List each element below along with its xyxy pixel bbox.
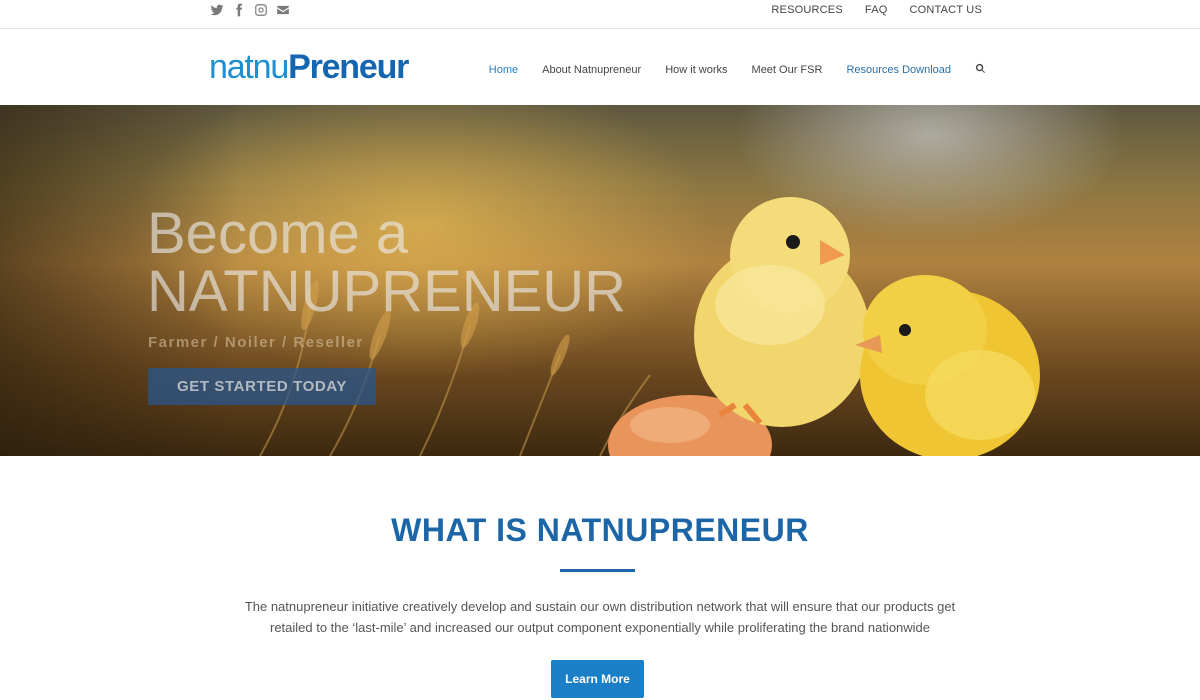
twitter-icon[interactable] <box>210 3 224 17</box>
section-title: WHAT IS NATNUPRENEUR <box>391 512 809 548</box>
top-links: RESOURCES FAQ CONTACT US <box>771 4 982 16</box>
hero-subtitle: Farmer / Noiler / Reseller <box>148 334 364 351</box>
hero-title-line1: Become a <box>147 201 409 266</box>
nav-about[interactable]: About Natnupreneur <box>542 64 641 76</box>
description-line2: retailed to the ‘last-mile’ and increase… <box>269 620 931 635</box>
learn-more-button[interactable]: Learn More <box>551 660 644 698</box>
social-links <box>210 3 290 17</box>
faq-link[interactable]: FAQ <box>865 4 888 16</box>
nav-home[interactable]: Home <box>489 64 518 76</box>
logo-part-preneur: Preneur <box>288 48 409 86</box>
main-header: natnuPreneur Home About Natnupreneur How… <box>0 30 1200 105</box>
section-divider <box>560 569 635 572</box>
section-description: The natnupreneur initiative creatively d… <box>215 596 985 638</box>
hero-banner: Become a NATNUPRENEUR Farmer / Noiler / … <box>0 105 1200 456</box>
facebook-icon[interactable] <box>232 3 246 17</box>
logo[interactable]: natnuPreneur <box>209 48 409 86</box>
search-icon[interactable] <box>975 61 986 79</box>
contact-us-link[interactable]: CONTACT US <box>910 4 983 16</box>
main-nav: Home About Natnupreneur How it works Mee… <box>489 61 986 79</box>
get-started-button[interactable]: GET STARTED TODAY <box>148 368 376 405</box>
nav-meet-our-fsr[interactable]: Meet Our FSR <box>752 64 823 76</box>
top-bar: RESOURCES FAQ CONTACT US <box>0 0 1200 29</box>
description-line1: The natnupreneur initiative creatively d… <box>244 599 956 614</box>
nav-resources-download[interactable]: Resources Download <box>846 64 951 76</box>
hero-title: Become a NATNUPRENEUR <box>147 205 626 321</box>
envelope-icon[interactable] <box>276 3 290 17</box>
logo-part-natnu: natnu <box>209 48 289 86</box>
instagram-icon[interactable] <box>254 3 268 17</box>
resources-link[interactable]: RESOURCES <box>771 4 842 16</box>
hero-title-line2: NATNUPRENEUR <box>147 259 627 324</box>
nav-how-it-works[interactable]: How it works <box>665 64 727 76</box>
